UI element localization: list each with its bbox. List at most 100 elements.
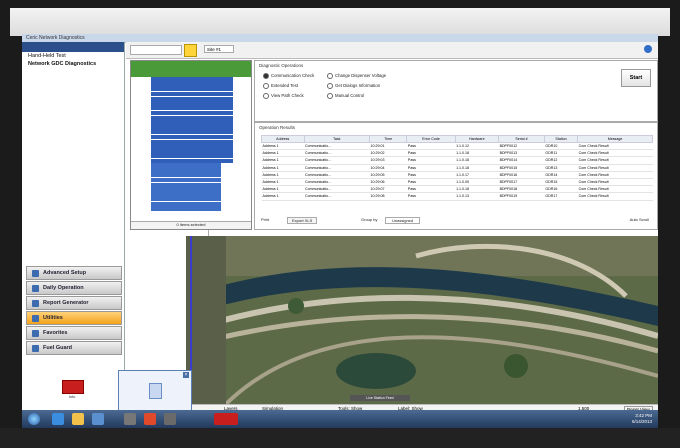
- table-row[interactable]: Address 1 Communicatio... 10:29:08 Pass 1.1.…: [261, 192, 653, 201]
- nav-fuel-guard[interactable]: Fuel Guard: [26, 341, 122, 355]
- ie-icon[interactable]: [52, 413, 64, 425]
- nav-daily-operation[interactable]: Daily Operation: [26, 281, 122, 295]
- app-icon[interactable]: [124, 413, 136, 425]
- tree-row[interactable]: [151, 91, 233, 97]
- table-row[interactable]: Address 1 Communicatio... 10:29:01 Pass 1.1.…: [261, 142, 653, 151]
- nav-utilities[interactable]: Utilities: [26, 311, 122, 325]
- table-cell: Address 1: [261, 149, 305, 158]
- tree-row[interactable]: [151, 77, 233, 82]
- column-header[interactable]: Serial #: [498, 135, 545, 143]
- tree-row[interactable]: [151, 173, 221, 178]
- favorite-star-icon[interactable]: [184, 44, 197, 57]
- tree-row[interactable]: [151, 96, 233, 101]
- browser-icon[interactable]: [144, 413, 156, 425]
- tree-row[interactable]: [151, 187, 221, 192]
- tree-row[interactable]: [151, 196, 221, 202]
- tool-icon[interactable]: [164, 413, 176, 425]
- tree-row[interactable]: [151, 139, 233, 144]
- table-cell: 1.1.0.18: [455, 185, 499, 194]
- tree-row[interactable]: [151, 120, 233, 125]
- wrench-icon: [32, 314, 39, 322]
- taskbar-preview-popup[interactable]: ×: [118, 370, 192, 414]
- help-icon[interactable]: [644, 45, 652, 53]
- table-cell: Communicatio...: [304, 185, 370, 194]
- radio-communication-check[interactable]: Communication Check: [263, 73, 314, 79]
- table-cell: 1.1.0.18: [455, 149, 499, 158]
- column-header[interactable]: Address: [261, 135, 305, 143]
- tree-row[interactable]: [151, 177, 221, 183]
- tree-row[interactable]: [151, 101, 233, 106]
- table-cell: Communicatio...: [304, 171, 370, 179]
- results-header-row: Address Task Time Error Code Hardware Serial …: [261, 135, 653, 143]
- table-cell: Pass: [406, 178, 456, 187]
- tree-row[interactable]: [151, 153, 233, 159]
- table-row[interactable]: Address 1 Communicatio... 10:29:06 Pass 1.1.…: [261, 178, 653, 187]
- table-cell: BDPF0018: [498, 185, 545, 194]
- site-select[interactable]: Site #1: [204, 45, 234, 53]
- sidebar-header: [22, 42, 124, 52]
- app-logo-icon[interactable]: [62, 380, 84, 394]
- table-cell: Communicatio...: [304, 178, 370, 187]
- table-row[interactable]: Address 1 Communicatio... 10:29:02 Pass 1.1.…: [261, 149, 653, 158]
- diagnostics-app-icon[interactable]: [214, 413, 238, 425]
- table-cell: GDR12: [544, 156, 578, 165]
- table-row[interactable]: Address 1 Communicatio... 10:29:03 Pass 1.1.…: [261, 156, 653, 165]
- sidebar-item-network-diagnostics[interactable]: Network GDC Diagnostics: [22, 60, 124, 68]
- nav-advanced-setup[interactable]: Advanced Setup: [26, 266, 122, 280]
- tree-row[interactable]: [151, 158, 233, 164]
- tree-row[interactable]: [151, 201, 221, 207]
- tree-row[interactable]: [151, 115, 233, 121]
- column-header[interactable]: Error Code: [406, 135, 456, 143]
- results-body: Address 1 Communicatio... 10:29:01 Pass 1.1.…: [261, 142, 653, 201]
- print-button[interactable]: Print: [261, 217, 269, 222]
- sidebar-item-hand-held-test[interactable]: Hand-Held Test: [22, 52, 124, 60]
- tree-row[interactable]: [151, 168, 221, 173]
- radio-icon: [327, 93, 333, 99]
- radio-get-dialogs[interactable]: Get Dialogs Information: [327, 83, 380, 89]
- satellite-map[interactable]: [186, 236, 658, 404]
- tree-row[interactable]: [151, 110, 233, 116]
- column-header[interactable]: Task: [303, 135, 370, 143]
- tree-row[interactable]: [151, 106, 233, 111]
- column-header[interactable]: Message: [577, 135, 653, 143]
- close-icon[interactable]: ×: [183, 372, 189, 378]
- nav-report-generator[interactable]: Report Generator: [26, 296, 122, 310]
- tree-row[interactable]: [151, 134, 233, 140]
- table-cell: 10:29:03: [369, 156, 407, 165]
- tree-row[interactable]: [151, 163, 221, 168]
- results-table: Address Task Time Error Code Hardware Serial …: [261, 135, 653, 201]
- tree-header: [131, 61, 251, 77]
- radio-change-voltage[interactable]: Change Dispenser Voltage: [327, 73, 386, 79]
- radio-view-path-check[interactable]: View Path Check: [263, 93, 304, 99]
- folder-icon[interactable]: [72, 413, 84, 425]
- tree-row[interactable]: [151, 86, 233, 92]
- column-header[interactable]: Time: [368, 135, 408, 143]
- table-row[interactable]: Address 1 Communicatio... 10:29:05 Pass 1.1.…: [261, 171, 653, 179]
- table-row[interactable]: Address 1 Communicatio... 10:29:07 Pass 1.1.…: [261, 185, 653, 194]
- column-header[interactable]: Station: [543, 135, 579, 143]
- tree-row[interactable]: [151, 125, 233, 130]
- browser-strip: [10, 8, 670, 36]
- tree-row[interactable]: [151, 129, 233, 135]
- table-cell: Communicatio...: [304, 142, 370, 151]
- tree-row[interactable]: [151, 149, 233, 154]
- tree-row[interactable]: [151, 82, 233, 87]
- group-by-select[interactable]: Unassigned: [385, 217, 421, 224]
- start-orb-icon[interactable]: [28, 413, 40, 425]
- auto-scroll-checkbox[interactable]: Auto Scroll: [630, 217, 649, 222]
- table-cell: 1.1.0.12: [455, 142, 499, 151]
- tree-row[interactable]: [151, 144, 233, 149]
- site-search-input[interactable]: [130, 45, 182, 55]
- column-header[interactable]: Hardware: [454, 135, 500, 143]
- tree-row[interactable]: [151, 206, 221, 211]
- tree-row[interactable]: [151, 192, 221, 197]
- app-logo-label: Info: [68, 394, 76, 399]
- tree-row[interactable]: [151, 182, 221, 187]
- export-xls-button[interactable]: Export XLS: [287, 217, 318, 224]
- nav-favorites[interactable]: Favorites: [26, 326, 122, 340]
- radio-extended-test[interactable]: Extended Test: [263, 83, 298, 89]
- radio-manual-control[interactable]: Manual Control: [327, 93, 364, 99]
- table-row[interactable]: Address 1 Communicatio... 10:29:04 Pass 1.1.…: [261, 164, 653, 172]
- media-icon[interactable]: [92, 413, 104, 425]
- start-button[interactable]: Start: [621, 69, 651, 87]
